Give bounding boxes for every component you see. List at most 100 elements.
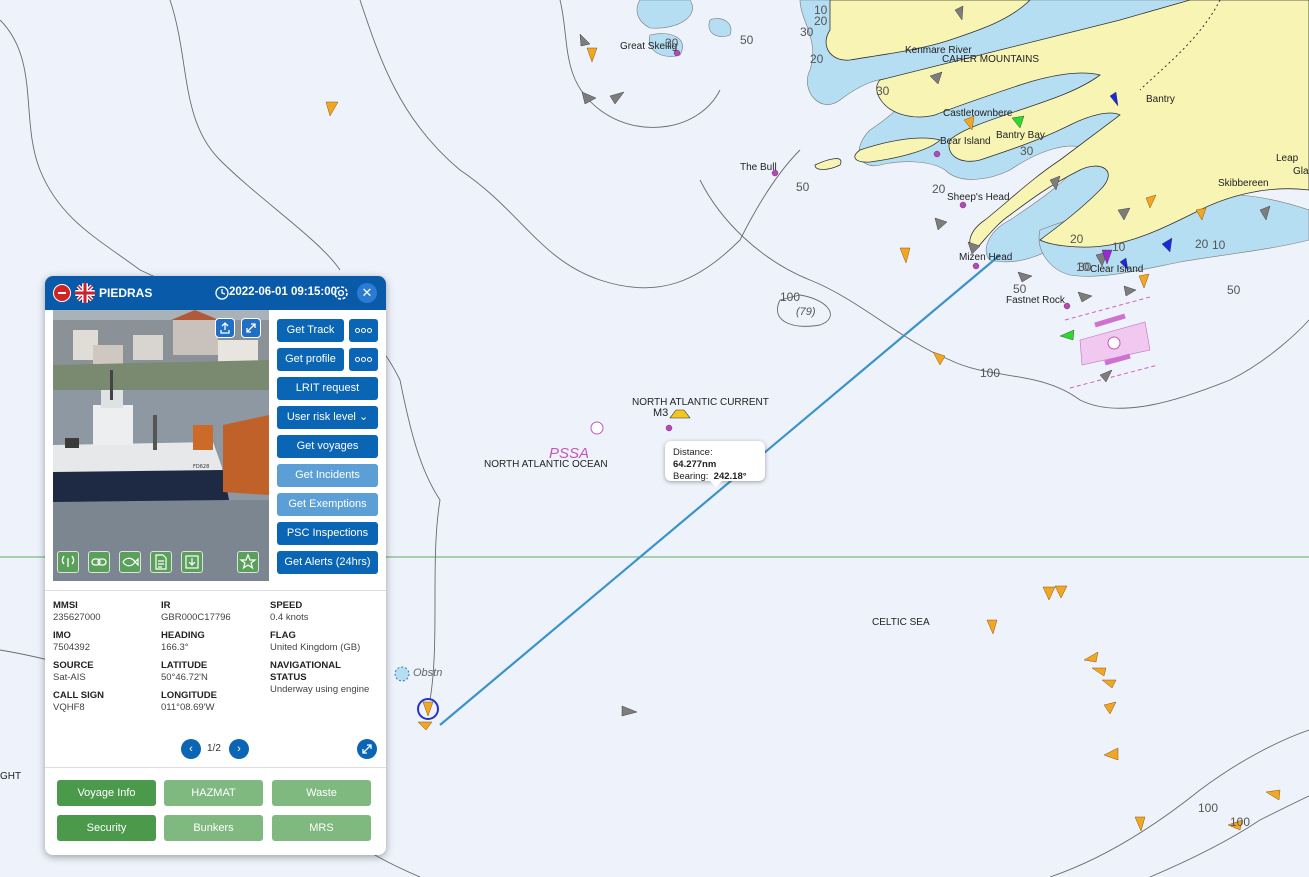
heading-value: 166.3° xyxy=(161,642,189,653)
photo-hull-text: FD628 xyxy=(193,464,209,470)
get-voyages-button[interactable]: Get voyages xyxy=(277,435,378,458)
fullscreen-icon[interactable] xyxy=(241,318,261,338)
buoy-label: M3 xyxy=(653,407,669,419)
place-label: The Bull xyxy=(740,162,777,173)
vessel-name: PIEDRAS xyxy=(99,286,153,300)
depth-label: 20 xyxy=(1070,232,1084,246)
depth-label: 50 xyxy=(1227,283,1241,297)
imo-field: IMO 7504392 xyxy=(53,630,90,654)
depth-label: (79) xyxy=(796,306,816,318)
antenna-icon[interactable] xyxy=(57,551,79,573)
psc-inspections-button[interactable]: PSC Inspections xyxy=(277,522,378,545)
gear-icon[interactable] xyxy=(332,284,350,302)
longitude-label: LONGITUDE xyxy=(161,690,217,701)
place-label: Fastnet Rock xyxy=(1006,295,1065,306)
mmsi-field: MMSI 235627000 xyxy=(53,600,101,624)
latitude-label: LATITUDE xyxy=(161,660,208,671)
depth-label: 30 xyxy=(1020,144,1034,158)
depth-label: 50 xyxy=(740,33,754,47)
flag-value: United Kingdom (GB) xyxy=(270,642,361,653)
speed-value: 0.4 knots xyxy=(270,612,309,623)
link-icon[interactable] xyxy=(88,551,110,573)
depth-label: 50 xyxy=(796,180,810,194)
nav-status-value: Underway using engine xyxy=(270,684,370,695)
page-indicator: 1/2 xyxy=(207,743,221,754)
minimize-icon[interactable] xyxy=(53,284,71,302)
longitude-value: 011°08.69'W xyxy=(161,702,215,713)
flag-label: FLAG xyxy=(270,630,296,641)
call-sign-field: CALL SIGN VQHF8 xyxy=(53,690,104,714)
place-label: Bear Island xyxy=(940,136,991,147)
imo-value: 7504392 xyxy=(53,642,90,653)
heading-field: HEADING 166.3° xyxy=(161,630,205,654)
pssa-label: PSSA xyxy=(549,445,590,462)
user-risk-level-dropdown[interactable]: User risk level ⌄ xyxy=(277,406,378,429)
place-label: Bantry Bay xyxy=(996,130,1045,141)
place-label: Bantry xyxy=(1146,94,1175,105)
place-label: Castletownbere xyxy=(943,108,1013,119)
get-profile-button[interactable]: Get profile xyxy=(277,348,344,371)
depth-label: 10 xyxy=(1112,240,1126,254)
obstruction-label: Obstn xyxy=(413,667,443,679)
latitude-value: 50°46.72'N xyxy=(161,672,208,683)
place-label: Leap xyxy=(1276,153,1299,164)
bearing-value: 242.18° xyxy=(713,471,747,482)
panel-header: PIEDRAS 2022-06-01 09:15:00 ✕ xyxy=(45,276,386,310)
next-page-button[interactable]: › xyxy=(229,739,249,759)
ir-label: IR xyxy=(161,600,171,611)
ir-value: GBR000C17796 xyxy=(161,612,231,623)
place-label: CELTIC SEA xyxy=(872,617,930,628)
mrs-tab[interactable]: MRS xyxy=(272,815,371,841)
get-track-button[interactable]: Get Track xyxy=(277,319,344,342)
call-sign-value: VQHF8 xyxy=(53,702,85,713)
waste-tab[interactable]: Waste xyxy=(272,780,371,806)
flag-field: FLAG United Kingdom (GB) xyxy=(270,630,360,654)
place-label: GHT xyxy=(0,771,22,782)
speed-label: SPEED xyxy=(270,600,303,611)
depth-label: 30 xyxy=(800,25,814,39)
pssa-marker-icon[interactable] xyxy=(590,421,604,435)
star-icon[interactable] xyxy=(237,551,259,573)
place-label: CAHER MOUNTAINS xyxy=(942,54,1040,65)
bearing-label: Bearing: xyxy=(673,471,709,482)
pager: ‹ 1/2 › xyxy=(181,739,251,759)
depth-label: 50 xyxy=(1013,282,1027,296)
depth-label: 10 xyxy=(1212,238,1226,252)
expand-icon[interactable] xyxy=(357,739,377,759)
hazmat-tab[interactable]: HAZMAT xyxy=(164,780,263,806)
lrit-request-button[interactable]: LRIT request xyxy=(277,377,378,400)
depth-label: 100 xyxy=(980,366,1001,380)
panel-divider xyxy=(45,590,386,591)
speed-field: SPEED 0.4 knots xyxy=(270,600,309,624)
fish-icon[interactable] xyxy=(119,551,141,573)
bottom-divider xyxy=(45,767,386,768)
distance-label: Distance: xyxy=(673,447,713,458)
mmsi-label: MMSI xyxy=(53,600,78,611)
download-icon[interactable] xyxy=(181,551,203,573)
place-label: Clear Island xyxy=(1090,264,1144,275)
get-track-more-icon[interactable] xyxy=(349,319,378,342)
document-icon[interactable] xyxy=(150,551,172,573)
vessel-info-panel: PIEDRAS 2022-06-01 09:15:00 ✕ FD628 Get … xyxy=(45,276,386,855)
get-profile-more-icon[interactable] xyxy=(349,348,378,371)
depth-label: 20 xyxy=(814,14,828,28)
depth-label: 30 xyxy=(665,36,679,50)
tss-marker-icon[interactable] xyxy=(1107,336,1121,350)
uk-flag-icon xyxy=(75,283,95,303)
share-icon[interactable] xyxy=(215,318,235,338)
clock-icon xyxy=(215,286,229,300)
get-exemptions-button[interactable]: Get Exemptions xyxy=(277,493,378,516)
depth-label: 20 xyxy=(1195,237,1209,251)
voyage-info-tab[interactable]: Voyage Info xyxy=(57,780,156,806)
depth-label: 20 xyxy=(810,52,824,66)
security-tab[interactable]: Security xyxy=(57,815,156,841)
user-risk-level-label: User risk level xyxy=(286,411,356,423)
bunkers-tab[interactable]: Bunkers xyxy=(164,815,263,841)
depth-label: 100 xyxy=(1230,815,1251,829)
close-icon[interactable]: ✕ xyxy=(357,283,377,303)
get-incidents-button[interactable]: Get Incidents xyxy=(277,464,378,487)
prev-page-button[interactable]: ‹ xyxy=(181,739,201,759)
nav-status-field: NAVIGATIONAL STATUS Underway using engine xyxy=(270,660,378,696)
get-alerts-button[interactable]: Get Alerts (24hrs) xyxy=(277,551,378,574)
depth-label: 100 xyxy=(780,290,801,304)
